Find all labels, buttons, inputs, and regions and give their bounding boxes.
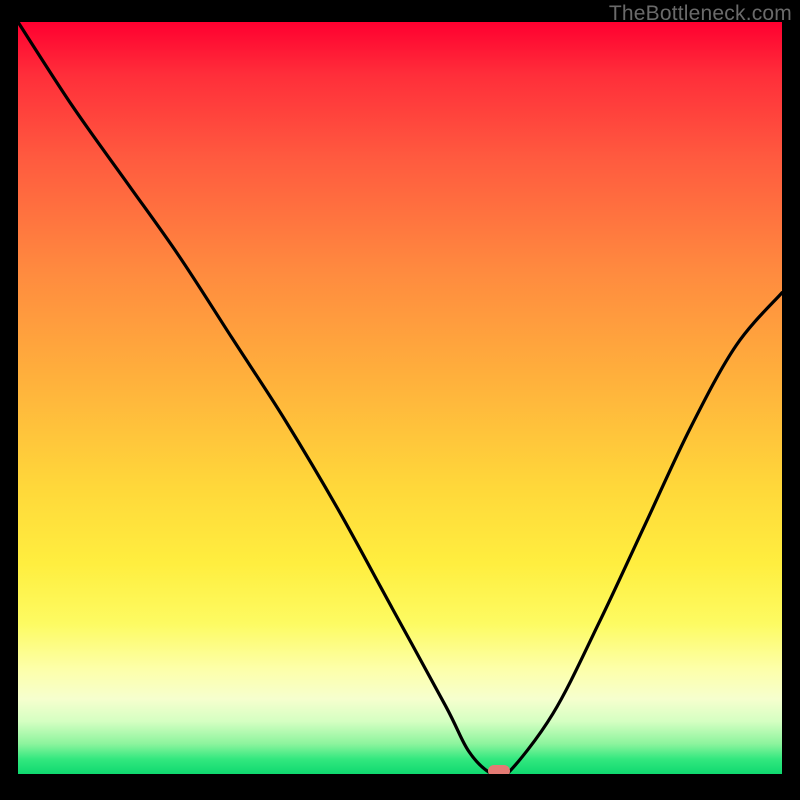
plot-area	[18, 22, 782, 774]
chart-frame: TheBottleneck.com	[0, 0, 800, 800]
watermark-text: TheBottleneck.com	[609, 2, 792, 26]
bottleneck-curve	[18, 22, 782, 774]
optimal-marker	[488, 765, 510, 774]
